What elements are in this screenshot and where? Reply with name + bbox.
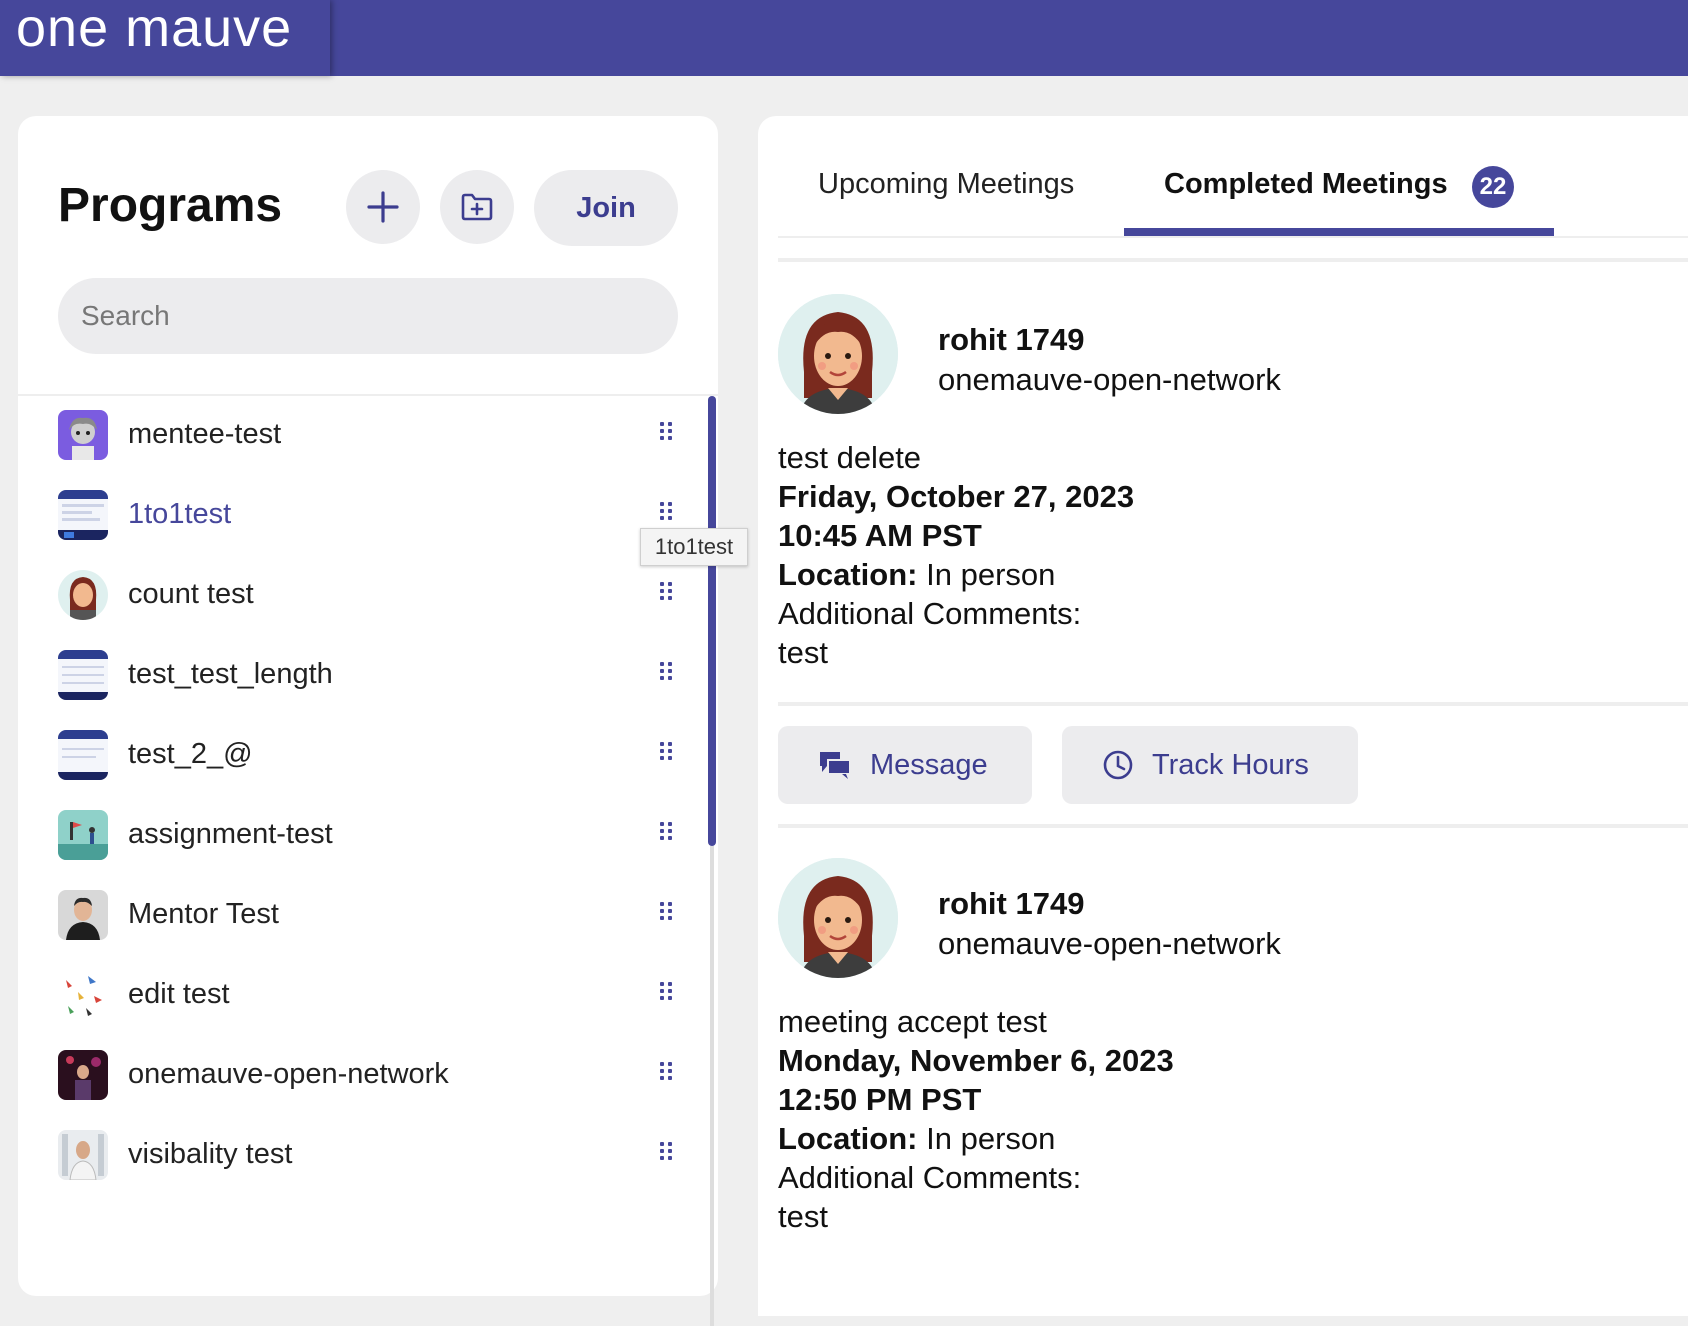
list-item[interactable]: test_test_length xyxy=(18,636,718,716)
program-thumbnail xyxy=(58,410,108,460)
avatar xyxy=(778,858,898,978)
scrollbar-thumb[interactable] xyxy=(708,396,716,846)
avatar xyxy=(778,294,898,414)
tab-upcoming-meetings[interactable]: Upcoming Meetings xyxy=(818,168,1074,201)
count-badge: 22 xyxy=(1472,166,1514,208)
program-thumbnail xyxy=(58,730,108,780)
drag-handle-icon[interactable] xyxy=(658,1142,674,1168)
message-label: Message xyxy=(870,748,988,781)
add-program-button[interactable] xyxy=(346,170,420,244)
meeting-date: Monday, November 6, 2023 xyxy=(778,1043,1174,1078)
message-button[interactable]: Message xyxy=(778,726,1032,804)
active-tab-indicator xyxy=(1124,228,1554,236)
tooltip: 1to1test xyxy=(640,528,748,566)
drag-handle-icon[interactable] xyxy=(658,582,674,608)
add-folder-button[interactable] xyxy=(440,170,514,244)
meeting-location: Location: In person xyxy=(778,557,1055,593)
comments-text: test xyxy=(778,635,828,670)
location-value: In person xyxy=(926,1121,1056,1156)
list-item[interactable]: 1to1test xyxy=(18,476,718,556)
meeting-time: 12:50 PM PST xyxy=(778,1082,982,1117)
list-item[interactable]: assignment-test xyxy=(18,796,718,876)
program-thumbnail xyxy=(58,890,108,940)
divider xyxy=(778,824,1688,828)
program-thumbnail xyxy=(58,490,108,540)
divider xyxy=(778,702,1688,706)
mentor-name: rohit 1749 xyxy=(938,322,1085,357)
program-label: Mentor Test xyxy=(128,898,279,930)
mentor-name: rohit 1749 xyxy=(938,886,1085,921)
list-item[interactable]: mentee-test xyxy=(18,396,718,476)
meeting-time: 10:45 AM PST xyxy=(778,518,982,553)
program-label: edit test xyxy=(128,978,230,1010)
tab-completed-meetings[interactable]: Completed Meetings xyxy=(1164,168,1448,201)
comments-text: test xyxy=(778,1199,828,1234)
program-thumbnail xyxy=(58,810,108,860)
brand-logo[interactable]: one mauve xyxy=(0,0,330,76)
meeting-title: test delete xyxy=(778,440,922,475)
program-label: test_test_length xyxy=(128,658,333,690)
program-label: 1to1test xyxy=(128,498,232,530)
program-label: onemauve-open-network xyxy=(128,1058,449,1090)
list-item[interactable]: test_2_@ xyxy=(18,716,718,796)
program-name: onemauve-open-network xyxy=(938,926,1281,961)
program-thumbnail xyxy=(58,650,108,700)
search-input[interactable] xyxy=(58,278,678,354)
track-hours-button[interactable]: Track Hours xyxy=(1062,726,1358,804)
drag-handle-icon[interactable] xyxy=(658,502,674,528)
location-label: Location: xyxy=(778,1121,918,1156)
track-hours-label: Track Hours xyxy=(1152,748,1309,781)
divider xyxy=(778,236,1688,238)
drag-handle-icon[interactable] xyxy=(658,742,674,768)
join-button[interactable]: Join xyxy=(534,170,678,246)
programs-title: Programs xyxy=(58,179,283,232)
list-item[interactable]: edit test xyxy=(18,956,718,1036)
program-label: assignment-test xyxy=(128,818,333,850)
drag-handle-icon[interactable] xyxy=(658,902,674,928)
program-label: mentee-test xyxy=(128,418,282,450)
program-label: visibality test xyxy=(128,1138,293,1170)
meeting-title: meeting accept test xyxy=(778,1004,1047,1039)
meeting-location: Location: In person xyxy=(778,1121,1055,1157)
plus-icon xyxy=(367,191,399,223)
list-item[interactable]: Mentor Test xyxy=(18,876,718,956)
program-thumbnail xyxy=(58,970,108,1020)
scrollbar-track[interactable] xyxy=(710,846,714,1326)
meetings-panel: Upcoming Meetings Completed Meetings 22 … xyxy=(758,116,1688,1316)
divider xyxy=(778,258,1688,262)
meeting-date: Friday, October 27, 2023 xyxy=(778,479,1135,514)
location-label: Location: xyxy=(778,557,918,592)
chat-icon xyxy=(820,752,851,779)
drag-handle-icon[interactable] xyxy=(658,662,674,688)
folder-add-icon xyxy=(461,193,493,221)
list-item[interactable]: count test xyxy=(18,556,718,636)
location-value: In person xyxy=(926,557,1056,592)
drag-handle-icon[interactable] xyxy=(658,982,674,1008)
clock-icon xyxy=(1103,750,1133,780)
comments-label: Additional Comments: xyxy=(778,596,1082,631)
list-item[interactable]: onemauve-open-network xyxy=(18,1036,718,1116)
program-label: count test xyxy=(128,578,254,610)
drag-handle-icon[interactable] xyxy=(658,422,674,448)
list-item[interactable]: visibality test xyxy=(18,1116,718,1196)
program-thumbnail xyxy=(58,1130,108,1180)
comments-label: Additional Comments: xyxy=(778,1160,1082,1195)
program-thumbnail xyxy=(58,1050,108,1100)
program-name: onemauve-open-network xyxy=(938,362,1281,397)
program-thumbnail xyxy=(58,570,108,620)
drag-handle-icon[interactable] xyxy=(658,1062,674,1088)
programs-panel: Programs Join m xyxy=(18,116,718,1326)
programs-list: mentee-test 1to1test count test test_tes… xyxy=(18,396,718,1196)
program-label: test_2_@ xyxy=(128,738,253,770)
drag-handle-icon[interactable] xyxy=(658,822,674,848)
